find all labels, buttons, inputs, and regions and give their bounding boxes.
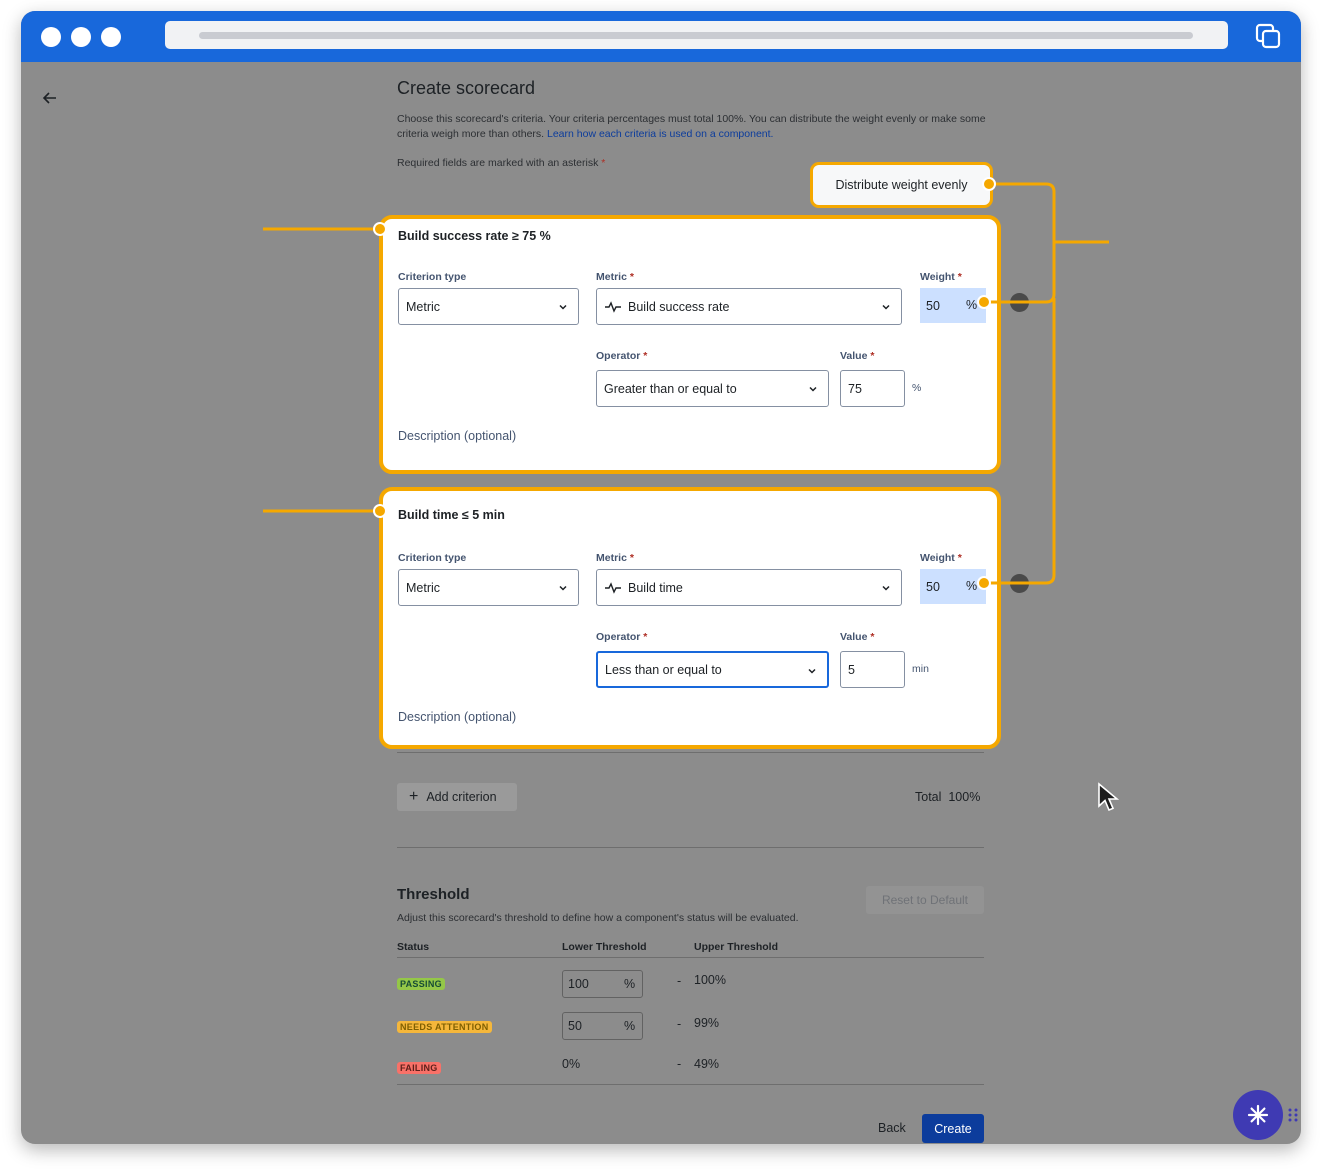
lower-threshold-value: 0% bbox=[562, 1057, 581, 1071]
divider bbox=[397, 1084, 984, 1085]
total-weight: Total 100% bbox=[915, 790, 980, 804]
total-label: Total bbox=[915, 790, 942, 804]
lower-threshold-input[interactable]: 50 % bbox=[562, 1012, 643, 1040]
url-bar[interactable] bbox=[165, 21, 1228, 49]
window-close-dot[interactable] bbox=[41, 27, 61, 47]
upper-threshold-value: 49% bbox=[694, 1057, 720, 1071]
drag-dots-icon[interactable] bbox=[1288, 1108, 1298, 1122]
window-maximize-dot[interactable] bbox=[101, 27, 121, 47]
add-criterion-button[interactable]: + Add criterion bbox=[397, 783, 517, 811]
range-dash: - bbox=[677, 1017, 682, 1031]
status-badge: FAILING bbox=[397, 1062, 441, 1074]
table-row: PASSING bbox=[397, 974, 445, 992]
upper-threshold-value: 99% bbox=[694, 1016, 720, 1030]
annotation-anchor bbox=[982, 177, 996, 191]
page-content: Create scorecard Choose this scorecard's… bbox=[21, 62, 1301, 1144]
divider bbox=[397, 957, 984, 958]
plus-icon: + bbox=[409, 788, 419, 805]
add-criterion-label: Add criterion bbox=[426, 790, 497, 804]
create-button[interactable]: Create bbox=[922, 1114, 984, 1143]
range-dash: - bbox=[677, 1057, 682, 1071]
column-header-upper: Upper Threshold bbox=[694, 941, 779, 953]
reset-to-default-button[interactable]: Reset to Default bbox=[866, 886, 984, 914]
column-header-status: Status bbox=[397, 941, 430, 953]
threshold-title: Threshold bbox=[397, 886, 470, 903]
lower-threshold-value: 50 bbox=[568, 1019, 582, 1033]
lower-threshold-unit: % bbox=[624, 1019, 636, 1033]
status-badge: NEEDS ATTENTION bbox=[397, 1021, 492, 1033]
window-minimize-dot[interactable] bbox=[71, 27, 91, 47]
divider bbox=[397, 847, 984, 848]
annotation-anchor bbox=[977, 576, 991, 590]
back-button[interactable]: Back bbox=[878, 1121, 906, 1135]
lower-threshold-input[interactable]: 100 % bbox=[562, 970, 643, 998]
annotation-anchor bbox=[373, 222, 387, 236]
range-dash: - bbox=[677, 974, 682, 988]
copy-icon[interactable] bbox=[1255, 23, 1281, 49]
lower-threshold-unit: % bbox=[624, 977, 636, 991]
asterisk-icon bbox=[1247, 1104, 1269, 1126]
annotation-anchor bbox=[977, 295, 991, 309]
mouse-cursor-icon bbox=[1098, 782, 1119, 812]
browser-titlebar bbox=[21, 11, 1301, 62]
total-value: 100% bbox=[948, 790, 981, 804]
annotation-connectors bbox=[263, 182, 1109, 585]
assistant-fab[interactable] bbox=[1233, 1090, 1283, 1140]
threshold-description: Adjust this scorecard's threshold to def… bbox=[397, 912, 799, 924]
status-badge: PASSING bbox=[397, 978, 445, 990]
table-row: FAILING bbox=[397, 1058, 441, 1076]
annotation-anchor bbox=[373, 504, 387, 518]
upper-threshold-value: 100% bbox=[694, 973, 726, 987]
url-placeholder-line bbox=[199, 32, 1193, 39]
divider bbox=[397, 752, 984, 753]
lower-threshold-value: 100 bbox=[568, 977, 589, 991]
table-row: NEEDS ATTENTION bbox=[397, 1017, 492, 1035]
browser-window: Create scorecard Choose this scorecard's… bbox=[21, 11, 1301, 1144]
column-header-lower: Lower Threshold bbox=[562, 941, 647, 953]
